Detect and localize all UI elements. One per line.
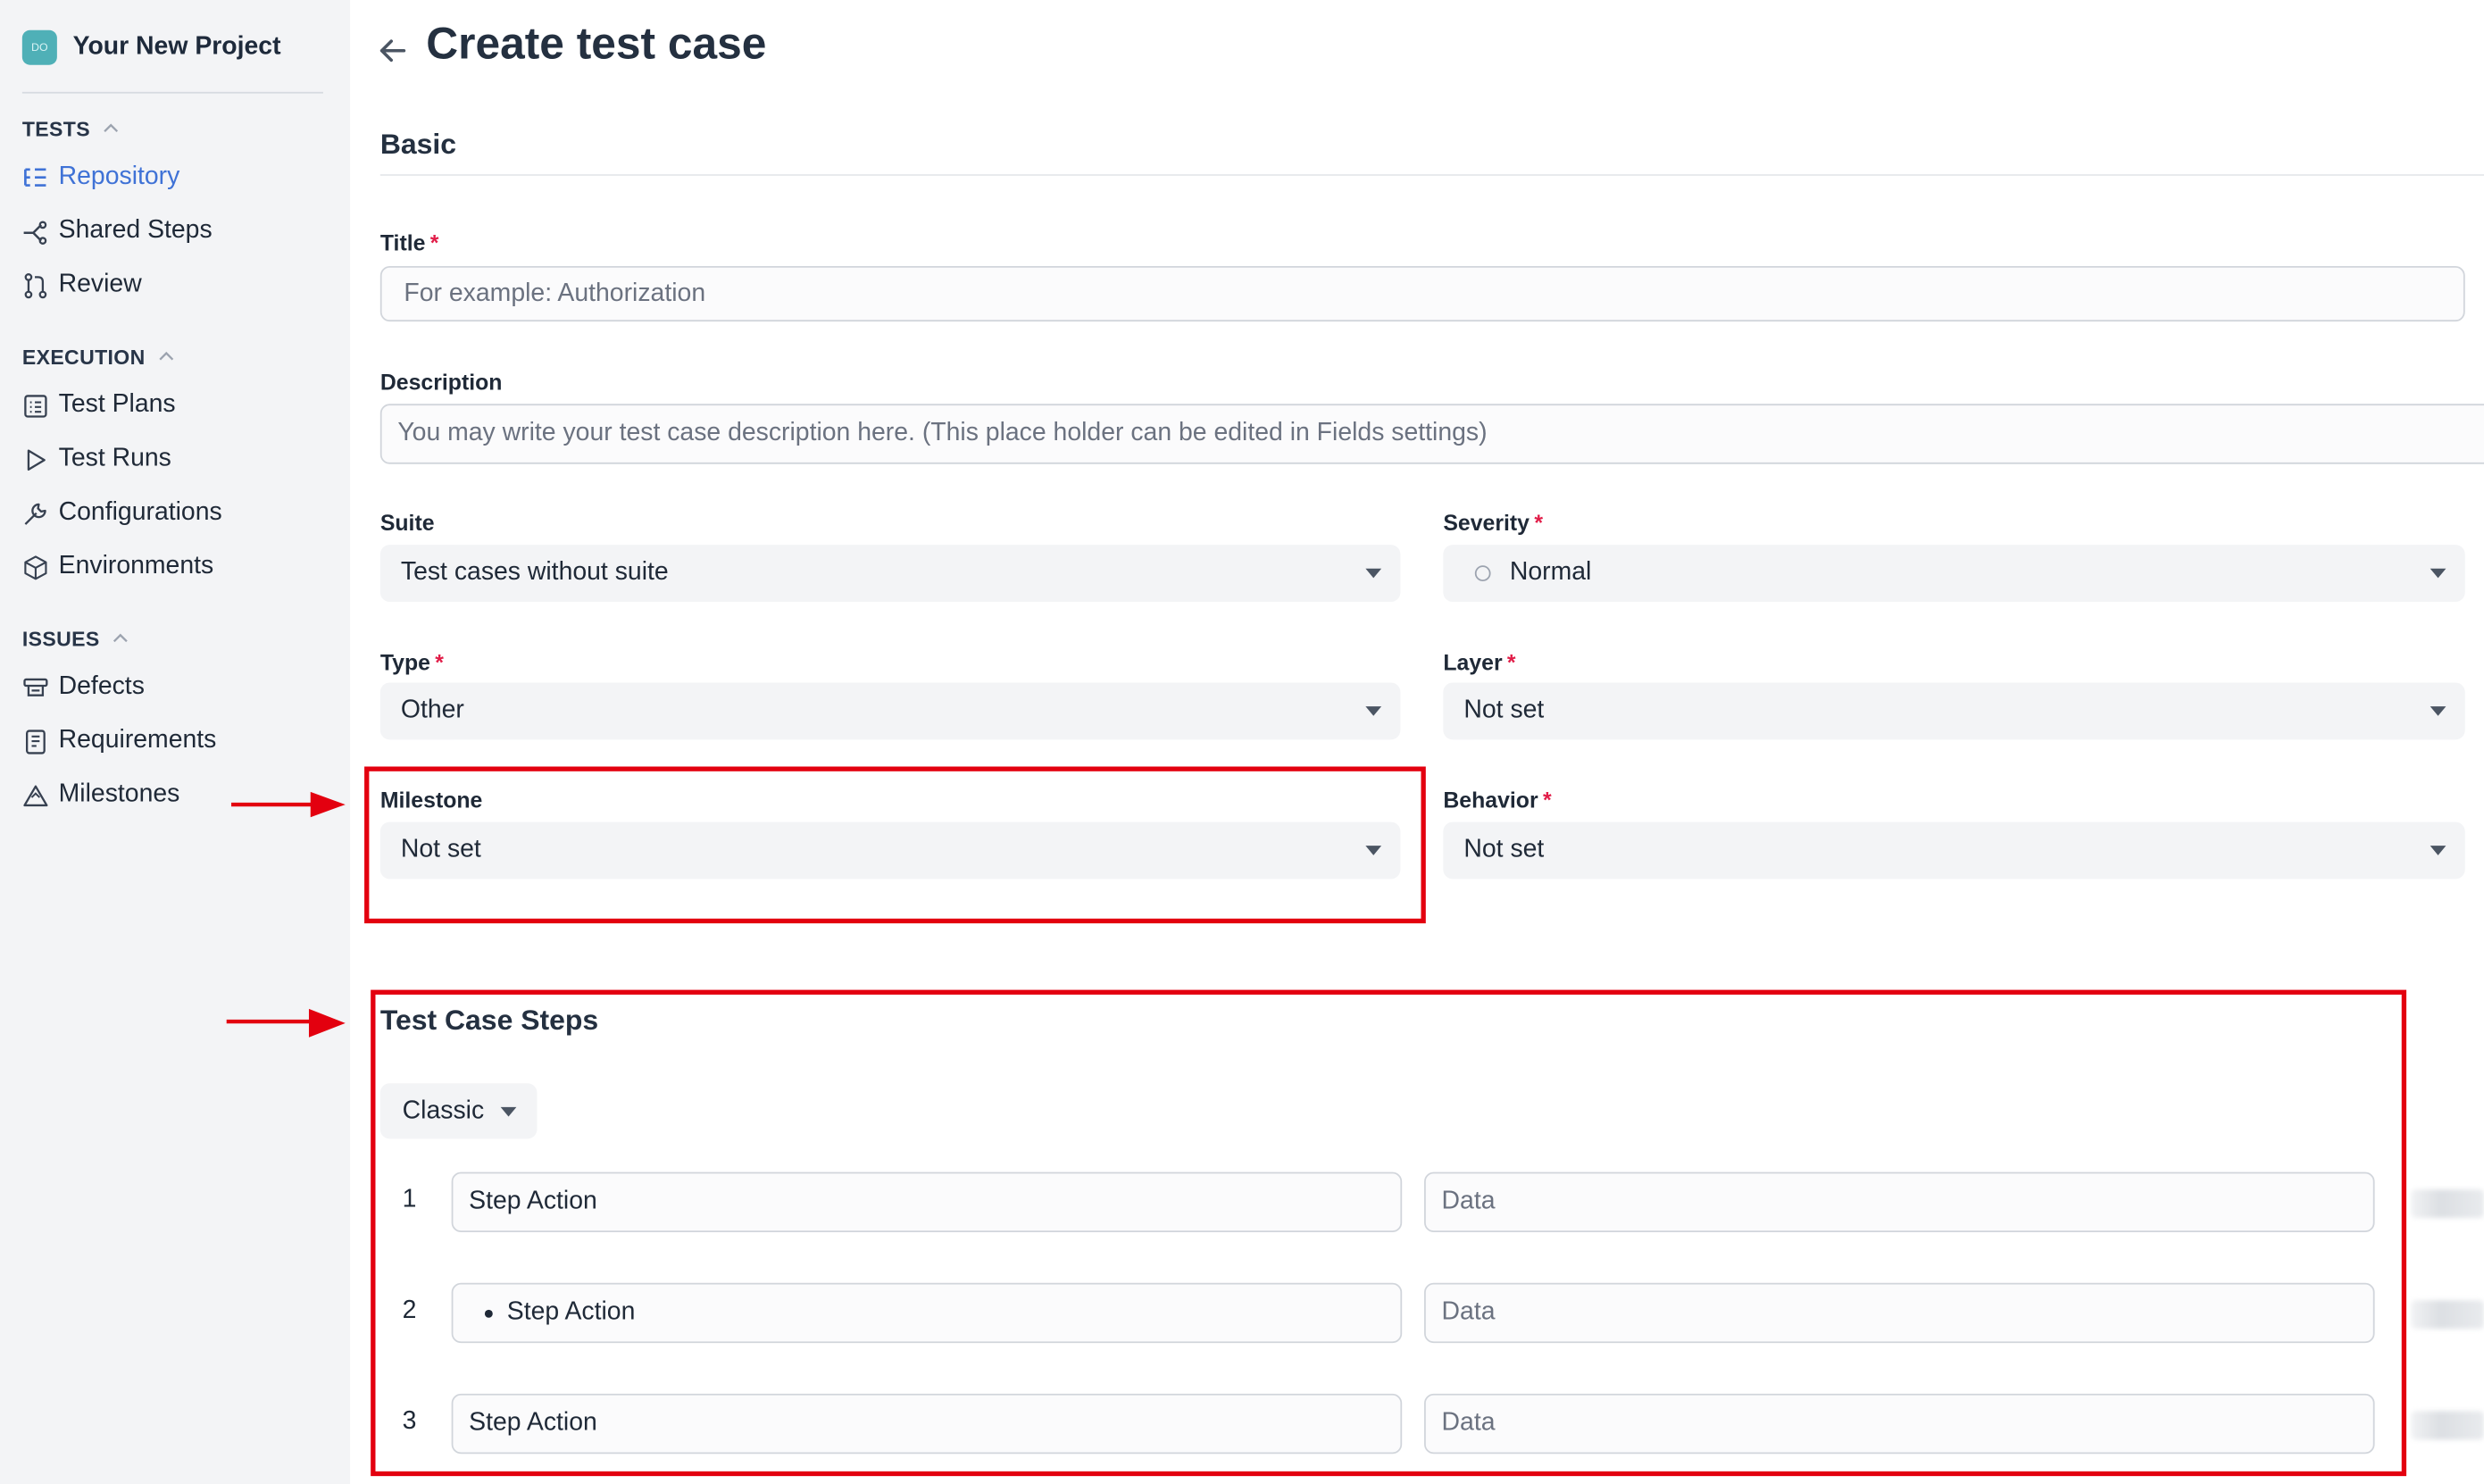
chevron-up-icon bbox=[158, 351, 173, 361]
description-label: Description bbox=[379, 369, 503, 395]
section-tests-title: TESTS bbox=[21, 116, 90, 140]
cube-icon bbox=[22, 554, 49, 580]
chevron-up-icon bbox=[113, 633, 128, 643]
description-input[interactable]: You may write your test case description… bbox=[379, 404, 2484, 464]
page-title: Create test case bbox=[426, 19, 767, 69]
shared-steps-icon bbox=[22, 218, 49, 245]
layer-select[interactable]: Not set bbox=[1443, 682, 2465, 740]
review-icon bbox=[22, 271, 49, 298]
title-placeholder: For example: Authorization bbox=[404, 279, 706, 307]
sidebar: DO Your New Project TESTS Repository Sha… bbox=[0, 0, 351, 1484]
play-icon bbox=[22, 446, 49, 472]
repository-icon bbox=[22, 164, 49, 191]
section-issues[interactable]: ISSUES bbox=[22, 624, 129, 653]
sidebar-item-defects[interactable]: Defects bbox=[22, 670, 145, 704]
caret-down-icon bbox=[1365, 568, 1382, 579]
required-marker: * bbox=[429, 229, 439, 255]
severity-select[interactable]: Normal bbox=[1443, 545, 2465, 603]
sidebar-item-label: Defects bbox=[58, 672, 145, 700]
sidebar-item-label: Test Plans bbox=[58, 391, 176, 419]
test-plans-icon bbox=[22, 392, 49, 419]
sidebar-item-requirements[interactable]: Requirements bbox=[22, 724, 217, 759]
sidebar-item-test-plans[interactable]: Test Plans bbox=[22, 388, 176, 423]
severity-value: Normal bbox=[1509, 559, 1592, 587]
section-issues-title: ISSUES bbox=[21, 626, 100, 651]
sidebar-item-environments[interactable]: Environments bbox=[22, 549, 213, 584]
behavior-select[interactable]: Not set bbox=[1443, 821, 2465, 880]
annotation-box-steps bbox=[371, 989, 2407, 1477]
milestone-icon bbox=[22, 781, 49, 808]
description-placeholder: You may write your test case description… bbox=[397, 420, 1488, 447]
required-marker: * bbox=[435, 649, 444, 675]
type-value: Other bbox=[400, 696, 464, 724]
section-tests[interactable]: TESTS bbox=[22, 114, 119, 143]
severity-label: Severity * bbox=[1443, 510, 1543, 536]
sidebar-item-label: Test Runs bbox=[58, 445, 171, 472]
title-input[interactable]: For example: Authorization bbox=[379, 265, 2465, 322]
project-name: Your New Project bbox=[72, 33, 281, 61]
blurred-step-controls bbox=[2411, 1189, 2484, 1219]
caret-down-icon bbox=[1365, 706, 1382, 716]
sidebar-item-label: Milestones bbox=[58, 780, 180, 808]
behavior-value: Not set bbox=[1463, 836, 1545, 863]
sidebar-divider bbox=[21, 91, 323, 94]
sidebar-item-label: Requirements bbox=[58, 727, 217, 755]
defects-icon bbox=[22, 674, 49, 701]
type-label: Type * bbox=[379, 649, 444, 675]
required-marker: * bbox=[1534, 510, 1543, 536]
annotation-arrow-icon bbox=[231, 791, 346, 818]
required-marker: * bbox=[1506, 649, 1516, 675]
annotation-arrow-icon bbox=[226, 1008, 346, 1038]
sidebar-item-label: Repository bbox=[58, 163, 180, 190]
sidebar-item-milestones[interactable]: Milestones bbox=[22, 778, 180, 813]
caret-down-icon bbox=[2430, 846, 2446, 855]
behavior-label: Behavior * bbox=[1443, 787, 1552, 813]
sidebar-item-repository[interactable]: Repository bbox=[22, 160, 180, 195]
title-label: Title * bbox=[379, 229, 439, 255]
blurred-step-controls bbox=[2411, 1300, 2484, 1330]
sidebar-item-shared-steps[interactable]: Shared Steps bbox=[22, 213, 213, 248]
section-execution-title: EXECUTION bbox=[21, 344, 146, 369]
suite-label: Suite bbox=[379, 510, 435, 536]
sidebar-item-configurations[interactable]: Configurations bbox=[22, 496, 222, 530]
sidebar-item-review[interactable]: Review bbox=[22, 268, 142, 303]
sidebar-item-label: Review bbox=[58, 271, 142, 298]
required-marker: * bbox=[1542, 787, 1552, 813]
requirements-icon bbox=[22, 728, 49, 755]
sidebar-item-label: Environments bbox=[58, 553, 214, 580]
chevron-up-icon bbox=[104, 123, 118, 133]
layer-label: Layer * bbox=[1443, 649, 1516, 675]
suite-value: Test cases without suite bbox=[400, 559, 669, 587]
section-execution[interactable]: EXECUTION bbox=[22, 342, 174, 371]
type-select[interactable]: Other bbox=[379, 682, 1401, 740]
blurred-step-controls bbox=[2411, 1411, 2484, 1440]
back-arrow-icon[interactable] bbox=[375, 35, 410, 66]
sidebar-item-test-runs[interactable]: Test Runs bbox=[22, 442, 171, 477]
sidebar-item-label: Shared Steps bbox=[58, 217, 213, 245]
section-divider bbox=[379, 174, 2484, 176]
suite-select[interactable]: Test cases without suite bbox=[379, 545, 1401, 603]
layer-value: Not set bbox=[1463, 696, 1545, 724]
wrench-icon bbox=[22, 500, 49, 527]
project-switcher[interactable]: DO Your New Project bbox=[21, 29, 281, 67]
annotation-box-milestone bbox=[364, 766, 1426, 924]
severity-circle-icon bbox=[1474, 565, 1491, 581]
sidebar-item-label: Configurations bbox=[58, 498, 222, 526]
project-logo: DO bbox=[21, 29, 57, 65]
section-basic-title: Basic bbox=[379, 128, 457, 161]
caret-down-icon bbox=[2430, 706, 2446, 716]
caret-down-icon bbox=[2430, 568, 2446, 579]
